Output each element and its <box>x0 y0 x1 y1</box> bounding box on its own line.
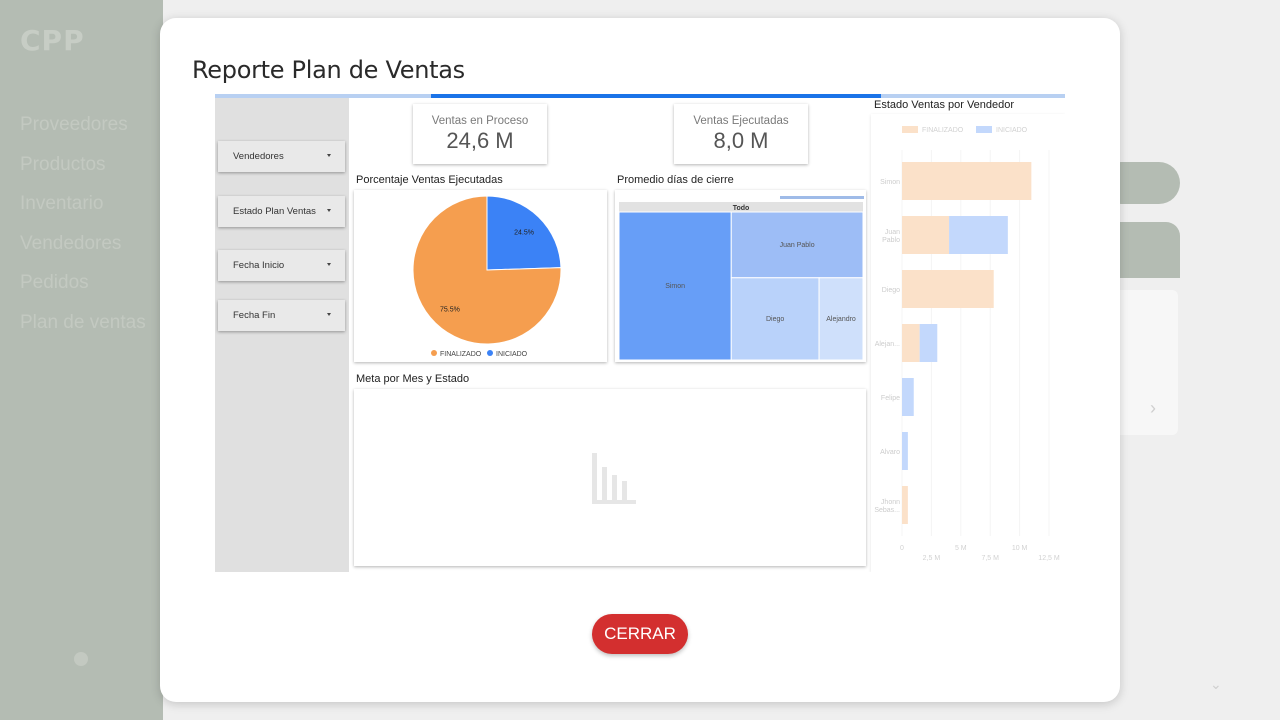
bar-chart-title: Estado Ventas por Vendedor <box>874 99 1015 111</box>
bar-chart-card: FINALIZADO INICIADO 0 2,5 M 5 M 7,5 M 10 M 12,5… <box>871 114 1065 572</box>
report-modal: Reporte Plan de Ventas Vendedores Estado… <box>160 18 1120 702</box>
y-tick-label: Diego <box>882 287 900 294</box>
bar-chart-dimmed-layer: FINALIZADO INICIADO 0 2,5 M 5 M 7,5 M 10 M 12,5… <box>874 126 1060 562</box>
bar-juan-pablo-iniciado <box>949 216 1008 254</box>
app-logo: CPP <box>20 24 85 57</box>
y-tick-label: Pablo <box>882 237 900 244</box>
y-tick-label: Simon <box>880 179 900 186</box>
meta-chart-title: Meta por Mes y Estado <box>356 373 470 385</box>
treemap-chart: Todo Simon Juan Pablo Diego Alejandro <box>618 196 864 361</box>
bar-alejandro-iniciado <box>919 324 938 362</box>
bar-alejandro-finalizado <box>902 324 920 362</box>
pie-chart-title: Porcentaje Ventas Ejecutadas <box>356 174 503 186</box>
kpi-ventas-en-proceso: Ventas en Proceso 24,6 M <box>413 104 547 164</box>
y-tick-label: Felipe <box>881 395 900 402</box>
filter-label: Fecha Fin <box>233 310 276 321</box>
chevron-right-icon: › <box>1150 398 1156 418</box>
x-tick-label: 12,5 M <box>1038 555 1060 562</box>
app-nav: Proveedores Productos Inventario Vendedo… <box>20 112 146 350</box>
treemap-scale-bar <box>780 196 864 199</box>
nav-item-pedidos[interactable]: Pedidos <box>20 270 146 310</box>
legend-label-iniciado: INICIADO <box>996 127 1028 134</box>
x-tick-label: 10 M <box>1012 545 1028 552</box>
meta-chart-area <box>592 453 636 504</box>
filter-fecha-inicio[interactable]: Fecha Inicio <box>218 250 345 281</box>
x-tick-label: 2,5 M <box>923 555 941 562</box>
nav-item-vendedores[interactable]: Vendedores <box>20 231 146 271</box>
legend-swatch-finalizado <box>431 350 437 356</box>
nav-item-proveedores[interactable]: Proveedores <box>20 112 146 152</box>
caret-down-icon <box>327 209 331 212</box>
meta-chart-card <box>354 389 866 566</box>
bar-felipe-iniciado <box>902 378 914 416</box>
kpi-ventas-ejecutadas: Ventas Ejecutadas 8,0 M <box>674 104 808 164</box>
pie-chart: 24.5% 75.5% FINALIZADO INICIADO <box>412 195 562 358</box>
nav-item-plan-de-ventas[interactable]: Plan de ventas <box>20 310 146 350</box>
filter-label: Vendedores <box>233 151 284 162</box>
pie-slice-label: 75.5% <box>440 306 460 313</box>
filter-panel: Vendedores Estado Plan Ventas Fecha Inic… <box>215 98 349 572</box>
filter-label: Estado Plan Ventas <box>233 206 316 217</box>
bar-simon-finalizado <box>902 162 1032 200</box>
report-progress-fill <box>431 94 882 98</box>
legend-label-iniciado: INICIADO <box>496 351 528 358</box>
legend-label-finalizado: FINALIZADO <box>440 351 482 358</box>
gear-icon[interactable] <box>74 652 88 666</box>
bar-chart: FINALIZADO INICIADO 0 2,5 M 5 M 7,5 M 10 M 12,5… <box>874 126 1060 562</box>
filter-fecha-fin[interactable]: Fecha Fin <box>218 300 345 331</box>
legend-label-finalizado: FINALIZADO <box>922 127 964 134</box>
treemap-root-label: Todo <box>733 205 750 212</box>
bar-juan-pablo-finalizado <box>902 216 950 254</box>
x-tick-label: 7,5 M <box>981 555 999 562</box>
bar-alvaro-iniciado <box>902 432 908 470</box>
filter-label: Fecha Inicio <box>233 260 285 271</box>
treemap-card: Todo Simon Juan Pablo Diego Alejandro <box>615 190 866 362</box>
kpi-label: Ventas Ejecutadas <box>693 115 789 127</box>
modal-title: Reporte Plan de Ventas <box>192 56 465 84</box>
caret-down-icon <box>327 154 331 157</box>
y-tick-label: Juan <box>885 229 900 236</box>
filter-estado-plan-ventas[interactable]: Estado Plan Ventas <box>218 196 345 227</box>
app-sidebar: CPP Proveedores Productos Inventario Ven… <box>0 0 163 720</box>
y-tick-label: Alejan... <box>875 341 900 348</box>
x-tick-label: 5 M <box>955 545 967 552</box>
treemap-cell-label: Diego <box>766 316 784 323</box>
treemap-cell-label: Alejandro <box>826 316 856 323</box>
caret-down-icon <box>327 313 331 316</box>
legend-swatch-iniciado <box>487 350 493 356</box>
y-tick-label: Jhonn <box>881 499 900 506</box>
nav-item-inventario[interactable]: Inventario <box>20 191 146 231</box>
x-tick-label: 0 <box>900 545 904 552</box>
embedded-report: Vendedores Estado Plan Ventas Fecha Inic… <box>215 94 1065 572</box>
treemap-cell-label: Juan Pablo <box>780 242 815 249</box>
pie-chart-card: 24.5% 75.5% FINALIZADO INICIADO <box>354 190 607 362</box>
bar-jhonn-sebastian-finalizado <box>902 486 908 524</box>
filter-vendedores[interactable]: Vendedores <box>218 141 345 172</box>
treemap-cell-label: Simon <box>665 283 685 290</box>
bar-diego-finalizado <box>902 270 994 308</box>
y-tick-label: Sebas... <box>874 507 900 514</box>
caret-down-icon <box>327 263 331 266</box>
y-tick-label: Alvaro <box>880 449 900 456</box>
kpi-label: Ventas en Proceso <box>431 115 529 127</box>
kpi-value: 24,6 M <box>446 128 514 153</box>
pie-slice-label: 24.5% <box>514 230 534 237</box>
chevron-down-icon: ⌄ <box>1210 676 1222 692</box>
treemap-title: Promedio días de cierre <box>617 174 734 186</box>
bar-chart-placeholder-icon <box>592 453 636 504</box>
nav-item-productos[interactable]: Productos <box>20 152 146 192</box>
close-button[interactable]: CERRAR <box>592 614 688 654</box>
legend-swatch-finalizado <box>902 126 918 133</box>
legend-swatch-iniciado <box>976 126 992 133</box>
kpi-value: 8,0 M <box>713 128 769 153</box>
